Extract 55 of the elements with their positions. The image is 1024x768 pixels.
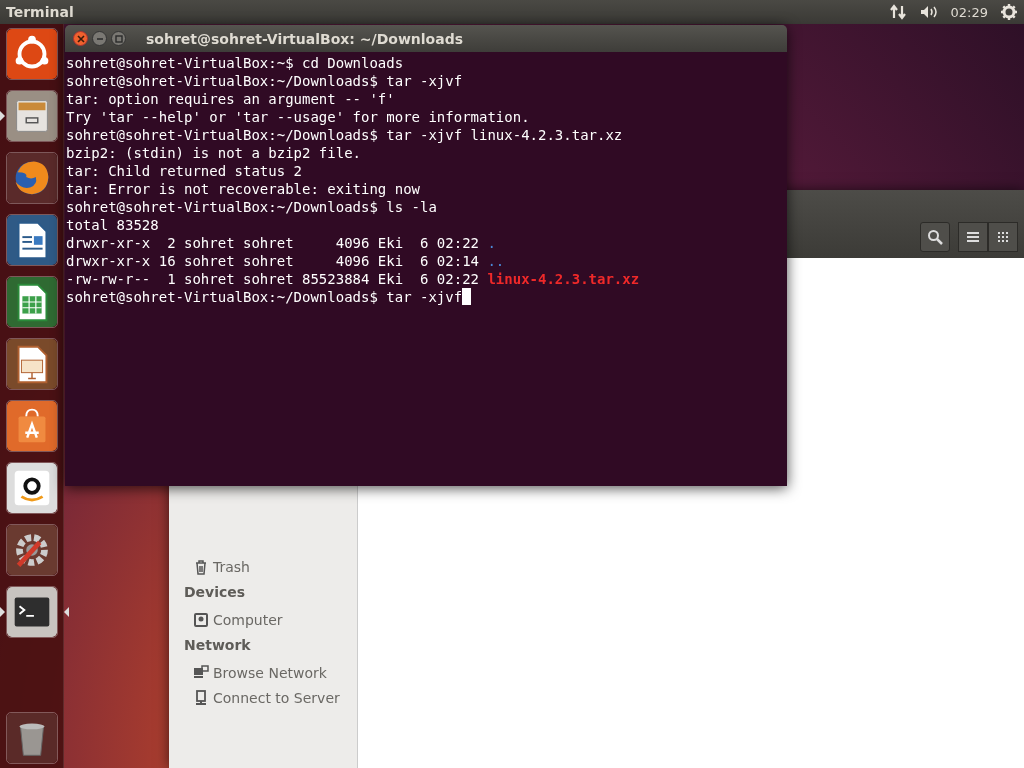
terminal-line: sohret@sohret-VirtualBox:~$ cd Downloads [66, 54, 404, 72]
grid-view-button[interactable] [988, 222, 1018, 252]
shopping-bag-icon[interactable] [5, 400, 58, 452]
app-title: Terminal [6, 4, 75, 20]
search-icon [927, 229, 943, 245]
network-computers-icon [193, 664, 209, 681]
network-arrows-icon[interactable] [888, 3, 907, 21]
archive-file-name: linux-4.2.3.tar.xz [487, 270, 640, 288]
ubuntu-logo-icon[interactable] [5, 28, 58, 80]
terminal-icon[interactable] [5, 586, 58, 638]
list-icon [966, 231, 980, 243]
minimize-button[interactable] [92, 31, 107, 46]
terminal-line: sohret@sohret-VirtualBox:~/Downloads$ tar -xjvf linux-4.2.3.tar.xz [66, 126, 623, 144]
terminal-line: tar: Error is not recoverable: exiting now [66, 180, 420, 198]
presentation-icon[interactable] [5, 338, 58, 390]
terminal-line: Try 'tar --help' or 'tar --usage' for more information. [66, 108, 530, 126]
sidebar-heading: Network [184, 636, 252, 655]
terminal-line: drwxr-xr-x 16 sohret sohret 4096 Eki 6 02:14 [66, 252, 479, 270]
directory-name: . [487, 234, 496, 252]
close-button[interactable] [73, 31, 88, 46]
server-icon [193, 689, 209, 706]
sidebar-item[interactable]: Browse Network [184, 660, 357, 685]
shopping-smile-icon[interactable] [5, 462, 58, 514]
maximize-icon [114, 34, 123, 43]
volume-icon[interactable] [918, 4, 939, 20]
terminal-line: total 83528 [66, 216, 159, 234]
text-document-icon[interactable] [5, 214, 58, 266]
terminal-line: sohret@sohret-VirtualBox:~/Downloads$ ls -la [66, 198, 437, 216]
grid-icon [998, 232, 1008, 242]
settings-icon[interactable] [1000, 3, 1018, 21]
browser-globe-icon[interactable] [5, 152, 58, 204]
sidebar-item[interactable]: Trash [184, 554, 357, 579]
window-title: sohret@sohret-VirtualBox: ~/Downloads [146, 30, 463, 47]
terminal-line: bzip2: (stdin) is not a bzip2 file. [66, 144, 361, 162]
terminal-line: tar: Child returned status 2 [66, 162, 302, 180]
clock[interactable]: 02:29 [950, 4, 988, 20]
sidebar-heading: Devices [184, 583, 247, 602]
terminal-line: drwxr-xr-x 2 sohret sohret 4096 Eki 6 02:22 [66, 234, 479, 252]
directory-name: .. [487, 252, 505, 270]
terminal-line: sohret@sohret-VirtualBox:~/Downloads$ tar -xjvf [66, 288, 463, 306]
wrench-gear-icon[interactable] [5, 524, 58, 576]
search-button[interactable] [920, 222, 950, 252]
maximize-button[interactable] [111, 31, 126, 46]
trash-can-icon[interactable] [5, 712, 58, 764]
drive-icon [193, 611, 209, 628]
sidebar-item[interactable]: Computer [184, 607, 357, 632]
sidebar-item[interactable]: Connect to Server [184, 685, 357, 710]
spreadsheet-icon[interactable] [5, 276, 58, 328]
file-cabinet-icon[interactable] [5, 90, 58, 142]
close-icon [76, 34, 85, 43]
terminal-line: sohret@sohret-VirtualBox:~/Downloads$ tar -xjvf [66, 72, 463, 90]
list-view-button[interactable] [958, 222, 988, 252]
trash-icon [193, 558, 209, 575]
terminal-line: -rw-rw-r-- 1 sohret sohret 85523884 Eki 6 02:22 [66, 270, 479, 288]
terminal-line: tar: option requires an argument -- 'f' [66, 90, 395, 108]
